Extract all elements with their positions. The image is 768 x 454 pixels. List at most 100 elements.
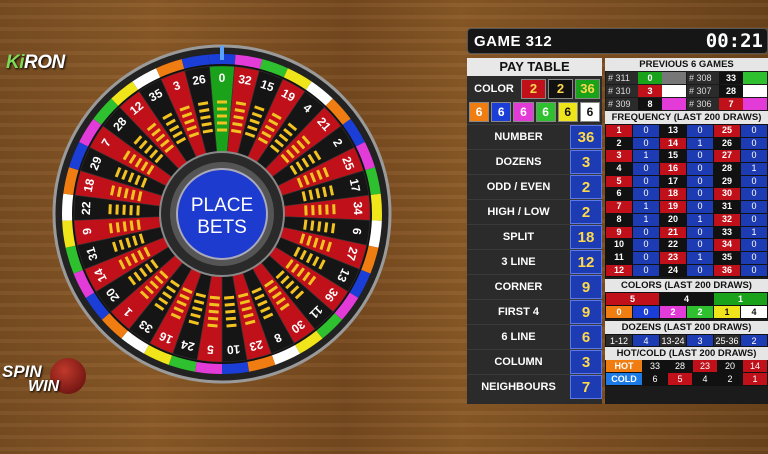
bet-name: CORNER xyxy=(467,275,570,299)
bet-row-1: DOZENS 3 xyxy=(467,149,602,174)
previous-game-number: 7 xyxy=(719,98,743,110)
wheel-pointer-marker xyxy=(220,46,224,60)
colors-stats-title: COLORS (LAST 200 DRAWS) xyxy=(605,279,768,293)
frequency-count: 0 xyxy=(687,239,713,251)
frequency-number: 32 xyxy=(714,213,740,226)
previous-game-number: 0 xyxy=(638,72,662,84)
hot-number: 20 xyxy=(718,360,742,373)
bet-name: NUMBER xyxy=(467,125,570,149)
frequency-number: 21 xyxy=(660,226,686,239)
color-stat-chip: 0 xyxy=(606,306,632,319)
bet-row-7: FIRST 4 CONNECTED9 xyxy=(467,299,602,342)
frequency-count: 0 xyxy=(741,239,767,251)
bet-row-3: HIGH / LOW 2 xyxy=(467,199,602,224)
frequency-number: 18 xyxy=(660,188,686,201)
bet-row-10: NEIGHBOURS 7 xyxy=(467,374,602,399)
previous-game-id: # 307 xyxy=(687,85,719,97)
game-header: GAME 312 00:21 xyxy=(467,28,768,54)
frequency-count: 0 xyxy=(687,150,713,163)
bet-payout: 36 xyxy=(570,125,602,149)
wheel-pocket-bar xyxy=(108,204,112,215)
frequency-count: 0 xyxy=(741,188,767,201)
previous-game-chip-color xyxy=(743,85,767,97)
place-bets-line2: BETS xyxy=(197,217,247,238)
frequency-count: 0 xyxy=(741,213,767,226)
previous-games-grid: # 311 0 # 308 33 # 310 3 # 307 28 # 309 8 # 306 7 xyxy=(605,71,768,111)
frequency-number: 15 xyxy=(660,150,686,163)
bet-name: NEIGHBOURS xyxy=(467,375,570,399)
frequency-count: 1 xyxy=(741,163,767,175)
frequency-number: 29 xyxy=(714,175,740,188)
frequency-number: 36 xyxy=(714,264,740,277)
frequency-number: 23 xyxy=(660,251,686,264)
frequency-number: 19 xyxy=(660,201,686,213)
wheel-pocket-bar xyxy=(318,204,322,215)
previous-game: # 311 0 xyxy=(606,72,686,84)
frequency-count: 0 xyxy=(741,150,767,163)
statistics-panel: PREVIOUS 6 GAMES # 311 0 # 308 33 # 310 3 # 30… xyxy=(605,58,768,404)
dozen-label: 13-24 xyxy=(660,335,686,347)
hotcold-title: HOT/COLD (LAST 200 DRAWS) xyxy=(605,347,768,361)
frequency-number: 27 xyxy=(714,150,740,163)
countdown-timer: 00:21 xyxy=(705,30,763,52)
bet-payout: 9 xyxy=(570,300,602,324)
frequency-count: 1 xyxy=(687,213,713,226)
wheel-pocket-bar xyxy=(325,204,329,215)
frequency-number: 31 xyxy=(714,201,740,213)
color-payout-row: COLOR 2 2 36 xyxy=(467,78,602,100)
color-stat-chip: 4 xyxy=(741,306,767,319)
frequency-count: 0 xyxy=(741,201,767,213)
frequency-count: 0 xyxy=(633,175,659,188)
bet-name: 6 LINE xyxy=(467,325,570,349)
frequency-number: 8 xyxy=(606,213,632,226)
colors-stats-grid: 541002214 xyxy=(605,292,768,320)
wheel-pocket-number: 34 xyxy=(351,201,366,215)
frequency-number: 22 xyxy=(660,239,686,251)
hot-label: HOT xyxy=(606,360,642,373)
frequency-count: 0 xyxy=(633,226,659,239)
hot-number: 28 xyxy=(668,360,692,373)
frequency-number: 12 xyxy=(606,264,632,277)
frequency-count: 0 xyxy=(741,175,767,188)
frequency-count: 0 xyxy=(687,188,713,201)
frequency-count: 0 xyxy=(633,239,659,251)
frequency-count: 0 xyxy=(741,264,767,277)
color-payout-1: 2 xyxy=(548,79,573,99)
bet-name: ODD / EVEN xyxy=(467,175,570,199)
hot-numbers-row: HOT 33 28 23 20 14 xyxy=(605,360,768,374)
pay-table-title: PAY TABLE xyxy=(467,58,602,76)
frequency-count: 0 xyxy=(633,188,659,201)
frequency-number: 4 xyxy=(606,163,632,175)
bet-name: SPLIT xyxy=(467,225,570,249)
cold-label: COLD xyxy=(606,373,642,386)
wheel-pocket-bar xyxy=(332,204,336,215)
bet-name: DOZENS xyxy=(467,150,570,174)
previous-game-number: 33 xyxy=(719,72,743,84)
color-chip-row: 666666 xyxy=(467,102,602,124)
wheel-pocket-bar xyxy=(311,205,315,216)
chip-payout-5: 6 xyxy=(579,102,601,122)
previous-game-id: # 310 xyxy=(606,85,638,97)
frequency-count: 1 xyxy=(633,150,659,163)
place-bets-line1: PLACE xyxy=(191,195,253,216)
frequency-number: 6 xyxy=(606,188,632,201)
cold-number: 4 xyxy=(693,373,717,386)
hot-number: 14 xyxy=(743,360,767,373)
wheel-pocket-bar xyxy=(136,205,140,216)
frequency-count: 0 xyxy=(687,175,713,188)
bet-row-0: NUMBER 36 xyxy=(467,124,602,149)
previous-game-number: 28 xyxy=(719,85,743,97)
chip-payout-2: 6 xyxy=(513,102,534,122)
chip-payout-1: 6 xyxy=(491,102,512,122)
cold-numbers-row: COLD 6 5 4 2 1 xyxy=(605,373,768,387)
wheel-pocket-bar xyxy=(217,128,227,132)
frequency-count: 1 xyxy=(633,213,659,226)
frequency-number: 28 xyxy=(714,163,740,175)
previous-game-id: # 311 xyxy=(606,72,638,84)
chip-payout-0: 6 xyxy=(469,102,490,122)
frequency-count: 1 xyxy=(633,201,659,213)
game-number: GAME 312 xyxy=(474,33,553,50)
bet-row-2: ODD / EVEN 2 xyxy=(467,174,602,199)
frequency-count: 0 xyxy=(687,226,713,239)
previous-game-number: 3 xyxy=(638,85,662,97)
